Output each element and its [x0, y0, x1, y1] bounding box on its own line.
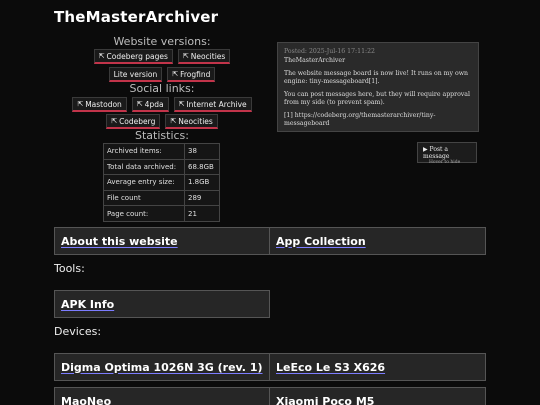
- version-link[interactable]: ⇱ Frogfind: [167, 67, 216, 82]
- device-link[interactable]: MaoNeo: [61, 395, 111, 405]
- post-paragraph: The website message board is now live! I…: [284, 70, 468, 85]
- external-link-icon: ⇱: [170, 117, 177, 125]
- post-paragraph: You can post messages here, but they wil…: [284, 91, 470, 106]
- version-link-label: Lite version: [113, 69, 158, 79]
- social-link[interactable]: ⇱ Mastodon: [72, 97, 127, 112]
- device-link[interactable]: Xiaomi Poco M5: [276, 395, 374, 405]
- stat-key: Page count:: [103, 205, 185, 222]
- stat-value: 1.8GB: [184, 174, 220, 191]
- version-link-label: Codeberg pages: [106, 51, 168, 61]
- versions-heading: Website versions:: [113, 35, 211, 48]
- apk-info-link[interactable]: APK Info: [61, 298, 114, 311]
- stats-row: Total data archived: 68.8GB: [103, 158, 220, 176]
- card-device[interactable]: Xiaomi Poco M5: [269, 387, 486, 405]
- card-device[interactable]: MaoNeo: [54, 387, 270, 405]
- external-link-icon: ⇱: [111, 117, 118, 125]
- social-link[interactable]: ⇱ Internet Archive: [173, 97, 252, 112]
- version-row: Lite version ⇱ Frogfind: [54, 67, 270, 82]
- social-link-label: Neocities: [178, 116, 213, 126]
- social-row: ⇱ Mastodon ⇱ 4pda ⇱ Internet Archive: [54, 97, 270, 112]
- social-link-label: 4pda: [144, 99, 164, 109]
- post-message-hint: Hover to hide: [429, 160, 461, 165]
- devices-heading: Devices:: [54, 325, 102, 338]
- version-link[interactable]: Lite version: [108, 67, 163, 82]
- social-link[interactable]: ⇱ Codeberg: [106, 114, 161, 129]
- social-link[interactable]: ⇱ Neocities: [165, 114, 218, 129]
- social-link[interactable]: ⇱ 4pda: [131, 97, 169, 112]
- version-link[interactable]: ⇱ Neocities: [177, 49, 231, 64]
- stats-table: Archived items: 38 Total data archived: 68.…: [103, 143, 220, 222]
- post-author: TheMasterArchiver: [284, 56, 346, 64]
- stat-value: 289: [184, 189, 220, 207]
- card-device[interactable]: Digma Optima 1026N 3G (rev. 1): [54, 353, 270, 381]
- external-link-icon: ⇱: [136, 100, 143, 108]
- post-message-button[interactable]: ▶ Post a message Hover to hide: [417, 142, 477, 165]
- app-collection-link[interactable]: App Collection: [276, 235, 366, 248]
- post-link[interactable]: [1] https://codeberg.org/themasterarchiv…: [284, 112, 472, 127]
- external-link-icon: ⇱: [98, 52, 105, 60]
- device-link[interactable]: Digma Optima 1026N 3G (rev. 1): [61, 361, 263, 374]
- device-link[interactable]: LeEco Le S3 X626: [276, 361, 385, 374]
- card-apk-info[interactable]: APK Info: [54, 290, 270, 318]
- about-link[interactable]: About this website: [61, 235, 178, 248]
- external-link-icon: ⇱: [178, 100, 185, 108]
- stat-key: Average entry size:: [103, 174, 185, 191]
- card-apps[interactable]: App Collection: [269, 227, 486, 255]
- external-link-icon: ⇱: [172, 70, 179, 78]
- site-title: TheMasterArchiver: [54, 8, 219, 26]
- tools-heading: Tools:: [54, 262, 85, 275]
- stats-row: Page count: 21: [103, 205, 220, 222]
- social-heading: Social links:: [129, 82, 195, 95]
- stats-row: File count 289: [103, 189, 220, 207]
- card-device[interactable]: LeEco Le S3 X626: [269, 353, 486, 381]
- social-link-label: Internet Archive: [186, 99, 247, 109]
- external-link-icon: ⇱: [182, 52, 189, 60]
- stat-value: 21: [184, 205, 220, 222]
- stat-value: 68.8GB: [184, 158, 220, 176]
- version-link[interactable]: ⇱ Codeberg pages: [93, 49, 173, 64]
- stat-key: Archived items:: [103, 143, 185, 160]
- stats-row: Average entry size: 1.8GB: [103, 174, 220, 191]
- card-about[interactable]: About this website: [54, 227, 270, 255]
- external-link-icon: ⇱: [77, 100, 84, 108]
- social-link-label: Codeberg: [119, 116, 156, 126]
- social-link-label: Mastodon: [85, 99, 122, 109]
- post-date: Posted: 2025-Jul-16 17:11:22: [284, 48, 375, 55]
- version-row: ⇱ Codeberg pages ⇱ Neocities: [54, 49, 270, 64]
- stat-key: File count: [103, 189, 185, 207]
- stat-key: Total data archived:: [103, 158, 185, 176]
- stats-heading: Statistics:: [135, 129, 189, 142]
- message-board-post: Posted: 2025-Jul-16 17:11:22 TheMasterAr…: [277, 42, 479, 132]
- social-row: ⇱ Codeberg ⇱ Neocities: [54, 114, 270, 129]
- stats-row: Archived items: 38: [103, 143, 220, 160]
- triangle-icon: ▶: [423, 146, 428, 153]
- version-link-label: Neocities: [190, 51, 226, 61]
- version-link-label: Frogfind: [180, 69, 211, 79]
- stat-value: 38: [184, 143, 220, 160]
